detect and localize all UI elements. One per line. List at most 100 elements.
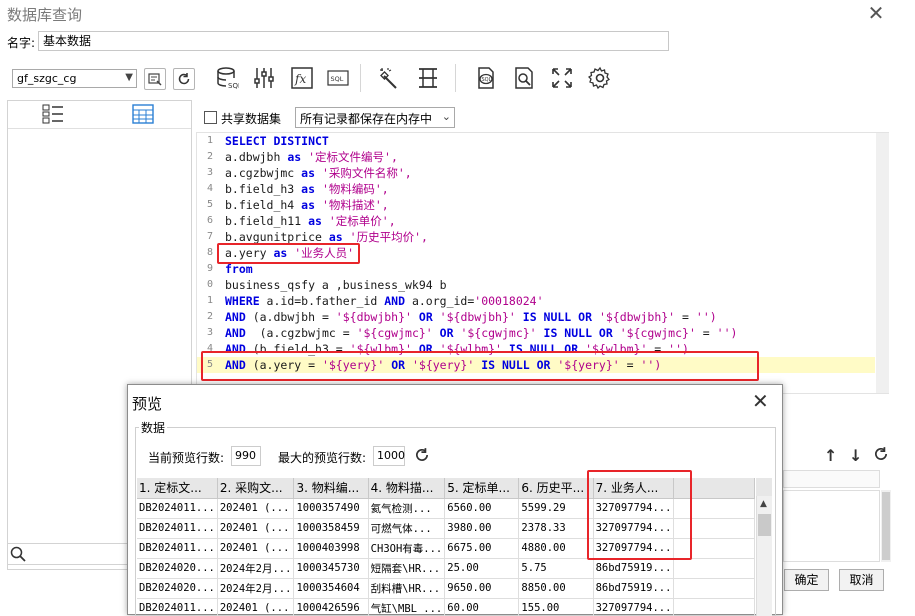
expand-icon[interactable] <box>548 64 576 92</box>
table-cell[interactable]: 86bd75919... <box>593 558 675 579</box>
table-cell[interactable]: CH3OH有毒... <box>368 538 446 559</box>
refresh-icon[interactable] <box>873 446 889 465</box>
sql-line[interactable]: 0 business_qsfy a ,business_wk94 b <box>197 277 875 293</box>
gear-icon[interactable] <box>586 64 614 92</box>
refresh-icon[interactable] <box>173 68 195 90</box>
sql-text: = <box>675 310 696 324</box>
sql-file-icon[interactable]: SQL <box>472 64 500 92</box>
table-cell[interactable]: 5599.29 <box>518 498 594 519</box>
sql-string: '${dbwjbh}' <box>439 310 516 324</box>
sql-line[interactable]: 1 WHERE a.id=b.father_id AND a.org_id='00… <box>197 293 875 309</box>
sql-line[interactable]: 3 a.cgzbwjmc as '采购文件名称', <box>197 165 875 181</box>
table-cell[interactable]: 1000358459 <box>293 518 369 539</box>
table-cell[interactable]: DB2024020... <box>137 558 218 579</box>
column-header[interactable]: 2. 采购文... <box>217 478 295 499</box>
table-cell[interactable]: 155.00 <box>518 598 594 616</box>
param-scrollbar[interactable] <box>881 490 891 562</box>
line-number: 9 <box>206 263 213 274</box>
sql-line[interactable]: 6 b.field_h11 as '定标单价', <box>197 213 875 229</box>
scroll-thumb[interactable] <box>758 514 771 536</box>
param-table <box>783 490 880 562</box>
table-cell[interactable]: 6560.00 <box>444 498 520 519</box>
search-doc-icon[interactable] <box>510 64 538 92</box>
table-cell[interactable]: 1000403998 <box>293 538 369 559</box>
name-input[interactable]: 基本数据 <box>38 31 669 51</box>
fx-icon[interactable]: fx <box>288 64 316 92</box>
column-header[interactable]: 4. 物料描... <box>368 478 446 499</box>
up-arrow-icon[interactable]: ↑ <box>824 446 837 465</box>
cancel-button[interactable]: 取消 <box>839 569 884 591</box>
sql-line[interactable]: 2 a.dbwjbh as '定标文件编号', <box>197 149 875 165</box>
sql-badge-icon[interactable]: SQL <box>324 64 352 92</box>
table-cell[interactable]: 1000426596 <box>293 598 369 616</box>
table-cell[interactable]: 6675.00 <box>444 538 520 559</box>
table-cell[interactable]: 202401 (... <box>217 598 295 616</box>
sql-line[interactable]: 3 AND (a.cgzbwjmc = '${cgwjmc}' OR '${cgw… <box>197 325 875 341</box>
datasource-select[interactable]: gf_szgc_cg ▼ <box>12 69 137 88</box>
ok-button[interactable]: 确定 <box>784 569 829 591</box>
sql-string: '采购文件名称', <box>315 166 412 180</box>
table-row[interactable]: DB2024020... 2024年2月... 1000345730 短隔套\HR..… <box>137 558 755 579</box>
sql-string: '定标单价', <box>321 214 396 228</box>
refresh-icon[interactable] <box>414 447 430 467</box>
table-cell[interactable]: DB2024011... <box>137 598 218 616</box>
table-cell[interactable]: 1000357490 <box>293 498 369 519</box>
annotation-box-where-yery <box>201 351 759 381</box>
datasource-edit-icon[interactable] <box>144 68 166 90</box>
table-cell[interactable]: 202401 (... <box>217 538 295 559</box>
table-cell[interactable]: 327097794... <box>593 598 675 616</box>
sql-line[interactable]: 2 AND (a.dbwjbh = '${dbwjbh}' OR '${dbwjb… <box>197 309 875 325</box>
table-row[interactable]: DB2024020... 2024年2月... 1000354604 刮料槽\HR..… <box>137 578 755 599</box>
table-cell[interactable]: 2024年2月... <box>217 558 295 579</box>
db-sql-icon[interactable]: SQL <box>213 64 241 92</box>
table-cell[interactable]: 2378.33 <box>518 518 594 539</box>
table-cell[interactable]: 4880.00 <box>518 538 594 559</box>
sql-line[interactable]: 1 SELECT DISTINCT <box>197 133 875 149</box>
grid-view-icon[interactable] <box>132 104 154 127</box>
down-arrow-icon[interactable]: ↓ <box>849 446 862 465</box>
table-cell[interactable]: 氦气检测... <box>368 498 446 519</box>
current-rows-input[interactable]: 990 <box>231 446 261 466</box>
memory-mode-select[interactable]: 所有记录都保存在内存中 ⌄ <box>295 107 455 128</box>
column-header[interactable]: 1. 定标文... <box>137 478 218 499</box>
preview-scrollbar[interactable]: ▲ <box>756 496 772 616</box>
table-cell[interactable]: DB2024011... <box>137 538 218 559</box>
table-cell[interactable]: 1000345730 <box>293 558 369 579</box>
table-row[interactable]: DB2024011... 202401 (... 1000426596 气缸\MBL … <box>137 598 755 616</box>
table-cell[interactable]: 刮料槽\HR... <box>368 578 446 599</box>
table-cell[interactable]: 25.00 <box>444 558 520 579</box>
close-icon[interactable]: ✕ <box>752 389 769 413</box>
table-cell[interactable]: 9650.00 <box>444 578 520 599</box>
table-cell[interactable]: 气缸\MBL ... <box>368 598 446 616</box>
table-cell[interactable]: 5.75 <box>518 558 594 579</box>
sql-line[interactable]: 4 b.field_h3 as '物料编码', <box>197 181 875 197</box>
list-view-icon[interactable] <box>42 104 64 127</box>
table-cell[interactable]: 短隔套\HR... <box>368 558 446 579</box>
table-cell[interactable]: DB2024011... <box>137 518 218 539</box>
max-rows-input[interactable]: 1000 <box>373 446 405 466</box>
sql-keyword: IS NULL OR <box>536 326 620 340</box>
share-dataset-checkbox[interactable] <box>204 111 217 124</box>
table-cell[interactable]: 202401 (... <box>217 498 295 519</box>
sql-string: '${cgwjmc}' <box>356 326 433 340</box>
close-icon[interactable]: ✕ <box>866 3 886 23</box>
table-cell[interactable]: DB2024011... <box>137 498 218 519</box>
table-cell[interactable]: 60.00 <box>444 598 520 616</box>
column-header[interactable]: 6. 历史平... <box>518 478 594 499</box>
magic-wand-icon[interactable] <box>376 64 404 92</box>
split-icon[interactable] <box>414 64 442 92</box>
table-cell[interactable]: 3980.00 <box>444 518 520 539</box>
editor-scrollbar[interactable] <box>876 133 889 393</box>
sql-line[interactable]: 5 b.field_h4 as '物料描述', <box>197 197 875 213</box>
column-header[interactable]: 5. 定标单... <box>444 478 520 499</box>
table-cell[interactable]: 202401 (... <box>217 518 295 539</box>
scroll-up-icon[interactable]: ▲ <box>760 499 767 509</box>
table-cell[interactable]: 1000354604 <box>293 578 369 599</box>
table-cell[interactable]: 可燃气体... <box>368 518 446 539</box>
sliders-icon[interactable] <box>250 64 278 92</box>
table-cell[interactable]: 86bd75919... <box>593 578 675 599</box>
table-cell[interactable]: 8850.00 <box>518 578 594 599</box>
table-cell[interactable]: DB2024020... <box>137 578 218 599</box>
column-header[interactable]: 3. 物料编... <box>293 478 369 499</box>
table-cell[interactable]: 2024年2月... <box>217 578 295 599</box>
